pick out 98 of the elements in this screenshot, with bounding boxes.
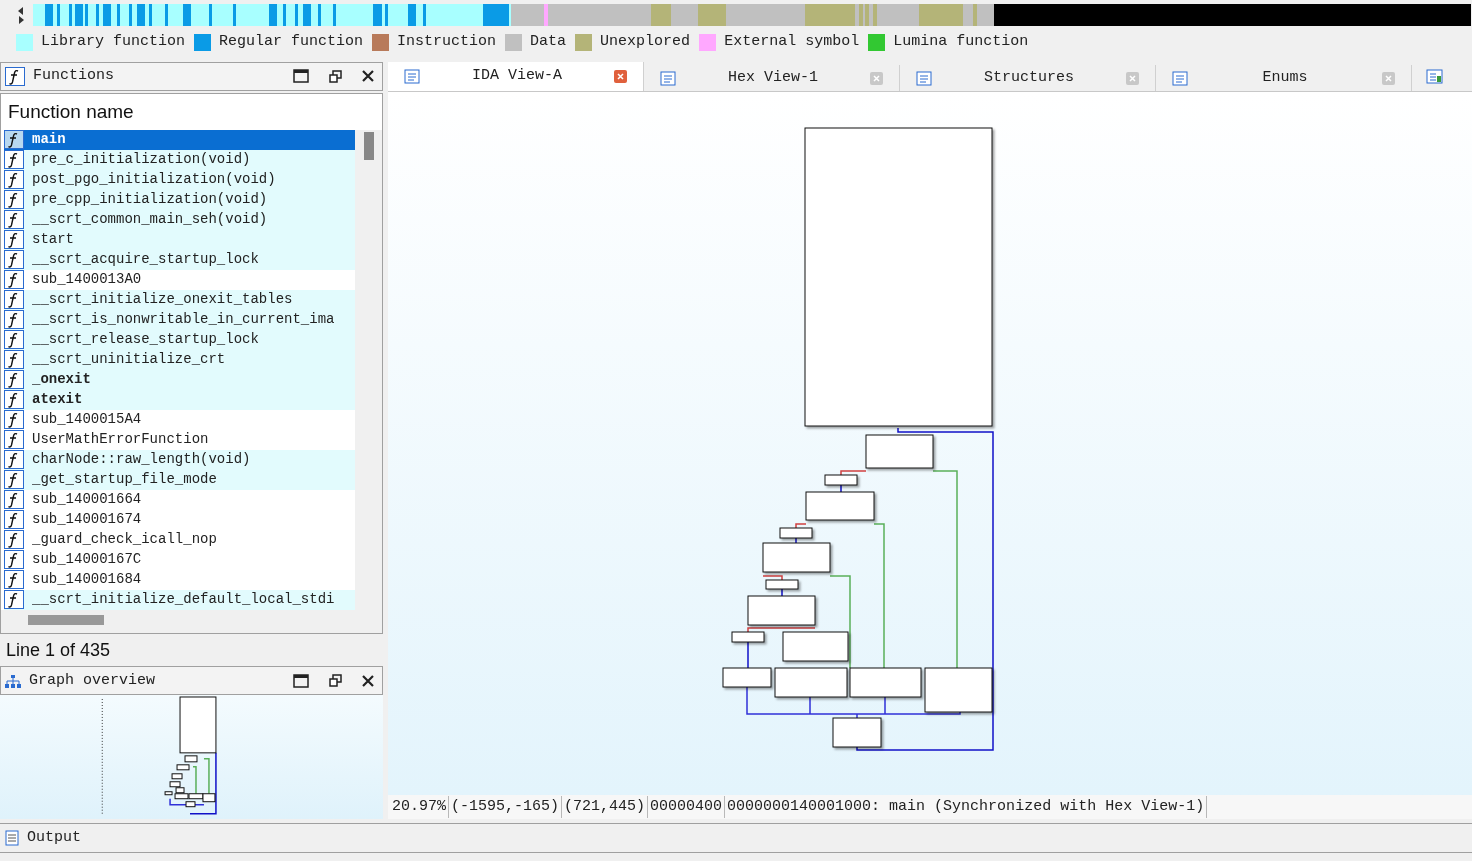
function-row[interactable]: __scrt_release_startup_lock (4, 329, 355, 350)
navigation-band-drawing[interactable] (33, 4, 1471, 26)
function-row[interactable]: __scrt_initialize_default_local_stdi (4, 589, 355, 610)
function-icon (4, 310, 24, 330)
graph-edge (781, 588, 783, 597)
legend-label: External symbol (724, 31, 860, 52)
status-field: 0000000140001000: main (Synchronized with Hex View-1) (725, 795, 1208, 819)
graph-node[interactable] (765, 579, 799, 590)
legend-label: Regular function (219, 31, 364, 52)
line-counter: Line 1 of 435 (5, 638, 112, 662)
tab-icon (1172, 70, 1188, 86)
function-icon (4, 510, 24, 530)
close-icon[interactable] (362, 674, 374, 687)
maximize-icon[interactable] (293, 69, 309, 84)
function-row[interactable]: __scrt_is_nonwritable_in_current_ima (4, 309, 355, 330)
restore-icon[interactable] (329, 69, 342, 83)
graph-node[interactable] (782, 631, 849, 662)
status-field: (721,445) (562, 795, 649, 819)
function-icon (4, 450, 24, 470)
tab-icon (404, 69, 420, 84)
graph-edge (747, 627, 816, 633)
function-icon (4, 430, 24, 450)
hierarchy-icon (5, 673, 21, 688)
close-icon[interactable] (362, 70, 374, 83)
legend-label: Data (530, 31, 567, 52)
graph-node[interactable] (747, 595, 816, 626)
graph-node[interactable] (924, 667, 993, 713)
graph-node[interactable] (805, 491, 875, 521)
add-view-icon[interactable] (1426, 69, 1443, 84)
graph-edge (840, 484, 842, 493)
function-icon (4, 250, 24, 270)
function-icon (5, 66, 25, 86)
restore-icon[interactable] (329, 674, 342, 688)
function-row[interactable]: charNode::raw_length(void) (4, 449, 355, 470)
function-icon (4, 490, 24, 510)
function-icon (4, 390, 24, 410)
graph-edge (795, 523, 807, 529)
legend-label: Unexplored (600, 31, 691, 52)
function-row[interactable]: _get_startup_file_mode (4, 469, 355, 490)
function-row[interactable]: start (4, 229, 355, 250)
function-icon (4, 170, 24, 190)
function-icon (4, 290, 24, 310)
function-icon (4, 210, 24, 230)
graph-node[interactable] (731, 631, 765, 643)
panel-title: Graph overview (29, 670, 157, 691)
graph-node[interactable] (762, 542, 831, 573)
function-row[interactable]: atexit (4, 389, 355, 410)
status-field: 20.97% (390, 795, 449, 819)
graph-node[interactable] (804, 127, 993, 427)
graph-node[interactable] (722, 667, 772, 688)
function-row[interactable]: main (4, 129, 355, 150)
function-icon (4, 270, 24, 290)
legend-label: Library function (41, 31, 186, 52)
status-field: 00000400 (648, 795, 726, 819)
function-icon (4, 370, 24, 390)
graph-node[interactable] (779, 527, 813, 539)
function-icon (4, 550, 24, 570)
scrollbar-thumb[interactable] (363, 131, 374, 160)
scrollbar-thumb[interactable] (28, 614, 104, 625)
function-row[interactable]: __scrt_acquire_startup_lock (4, 249, 355, 270)
function-icon (4, 150, 24, 170)
graph-overview-canvas[interactable] (0, 695, 383, 819)
graph-node[interactable] (832, 717, 882, 748)
panel-title: Functions (33, 66, 115, 87)
graph-node[interactable] (824, 474, 858, 486)
graph-node[interactable] (849, 667, 922, 698)
view-tab[interactable]: IDA View-A (388, 62, 644, 91)
function-icon (4, 130, 24, 150)
function-icon (4, 230, 24, 250)
function-icon (4, 530, 24, 550)
function-row[interactable]: __scrt_common_main_seh(void) (4, 209, 355, 230)
graph-node[interactable] (865, 434, 934, 469)
graph-node[interactable] (774, 667, 848, 698)
graph-edge (747, 641, 749, 669)
column-header[interactable]: Function name (1, 93, 382, 130)
legend-label: Lumina function (893, 31, 1029, 52)
graph-edge (762, 575, 783, 581)
function-icon (4, 410, 24, 430)
status-field: (-1595,-165) (449, 795, 563, 819)
function-icon (4, 350, 24, 370)
function-icon (4, 190, 24, 210)
function-icon (4, 470, 24, 490)
graph-edge (795, 537, 797, 544)
function-icon (4, 330, 24, 350)
legend-label: Instruction (397, 31, 497, 52)
maximize-icon[interactable] (293, 673, 309, 688)
function-row[interactable]: _onexit (4, 369, 355, 390)
panel-title: Output (27, 827, 81, 848)
tab-close-icon[interactable] (614, 70, 627, 83)
function-row[interactable]: pre_c_initialization(void) (4, 149, 355, 170)
function-row[interactable]: __scrt_initialize_onexit_tables (4, 289, 355, 310)
document-icon (5, 830, 19, 846)
function-row[interactable]: pre_cpp_initialization(void) (4, 189, 355, 210)
tab-icon (916, 70, 932, 86)
function-row[interactable]: post_pgo_initialization(void) (4, 169, 355, 190)
function-icon (4, 570, 24, 590)
tab-icon (660, 70, 676, 86)
function-row[interactable]: __scrt_uninitialize_crt (4, 349, 355, 370)
